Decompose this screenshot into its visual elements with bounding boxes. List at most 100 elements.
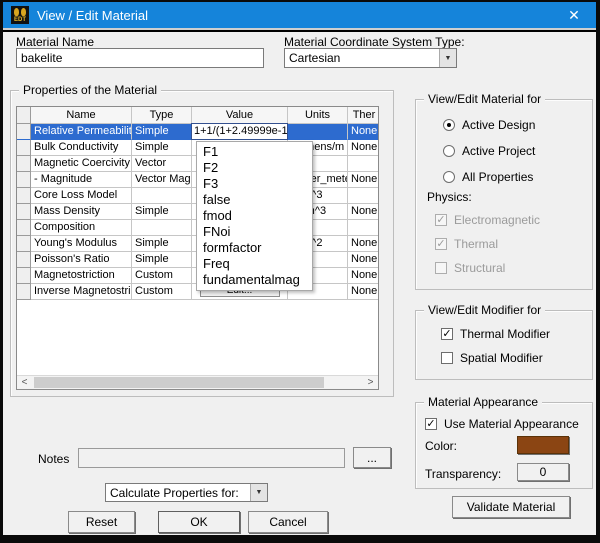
notes-input[interactable] — [78, 448, 345, 468]
physics-label: Physics: — [427, 190, 472, 204]
cell-thermal[interactable] — [348, 156, 378, 172]
notes-more-button[interactable]: ... — [353, 447, 391, 468]
value-edit-input[interactable]: 1+1/(1+2.49999e-13*F — [191, 123, 288, 140]
properties-group-title: Properties of the Material — [19, 83, 162, 97]
cell-type[interactable]: Vector Mag — [132, 172, 192, 188]
header-value: Value — [192, 107, 288, 124]
cell-thermal[interactable]: None — [348, 124, 378, 140]
scrollbar-track[interactable] — [32, 376, 363, 389]
header-thermal: Ther — [348, 107, 378, 124]
chevron-down-icon[interactable]: ▼ — [439, 49, 456, 67]
checkbox-icon: ✓ — [435, 214, 447, 226]
popup-item[interactable]: formfactor — [197, 240, 312, 256]
row-selector[interactable] — [17, 220, 31, 236]
cell-name[interactable]: Mass Density — [31, 204, 132, 220]
cell-type[interactable]: Simple — [132, 124, 192, 140]
radio-all-properties[interactable]: All Properties — [443, 170, 533, 184]
cell-type[interactable] — [132, 220, 192, 236]
cell-thermal[interactable]: None — [348, 204, 378, 220]
row-selector[interactable] — [17, 284, 31, 300]
checkbox-icon: ✓ — [425, 418, 437, 430]
row-selector[interactable] — [17, 140, 31, 156]
cell-name[interactable]: Bulk Conductivity — [31, 140, 132, 156]
cell-type[interactable]: Simple — [132, 140, 192, 156]
scroll-right-icon[interactable]: > — [363, 376, 378, 389]
cancel-button[interactable]: Cancel — [248, 511, 328, 533]
material-name-input[interactable]: bakelite — [16, 48, 264, 68]
calculate-properties-select[interactable]: Calculate Properties for: ▼ — [105, 483, 268, 502]
cell-type[interactable]: Custom — [132, 268, 192, 284]
checkbox-label: Spatial Modifier — [460, 351, 543, 365]
popup-item[interactable]: F2 — [197, 160, 312, 176]
cell-name[interactable]: Young's Modulus — [31, 236, 132, 252]
chevron-down-icon[interactable]: ▼ — [250, 484, 267, 501]
popup-item[interactable]: F3 — [197, 176, 312, 192]
row-selector[interactable] — [17, 236, 31, 252]
row-selector[interactable] — [17, 124, 31, 140]
cell-name[interactable]: Poisson's Ratio — [31, 252, 132, 268]
header-units: Units — [288, 107, 348, 124]
header-name: Name — [31, 107, 132, 124]
cell-name[interactable]: Magnetic Coercivity — [31, 156, 132, 172]
row-selector[interactable] — [17, 188, 31, 204]
cell-type[interactable]: Simple — [132, 204, 192, 220]
cell-units[interactable] — [288, 124, 348, 140]
checkbox-spatial-modifier[interactable]: Spatial Modifier — [441, 351, 543, 365]
cell-name[interactable]: Core Loss Model — [31, 188, 132, 204]
transparency-button[interactable]: 0 — [517, 463, 569, 481]
checkbox-structural: Structural — [435, 261, 505, 275]
popup-item[interactable]: FNoi — [197, 224, 312, 240]
color-swatch-button[interactable] — [517, 436, 569, 454]
row-selector[interactable] — [17, 252, 31, 268]
radio-active-design[interactable]: Active Design — [443, 118, 535, 132]
checkbox-label: Structural — [454, 261, 506, 275]
table-header-row: Name Type Value Units Ther — [17, 107, 378, 124]
color-label: Color: — [425, 439, 458, 453]
scroll-left-icon[interactable]: < — [17, 376, 32, 389]
scrollbar-thumb[interactable] — [34, 377, 324, 388]
cell-name[interactable]: - Magnitude — [31, 172, 132, 188]
checkbox-icon — [435, 262, 447, 274]
cell-name[interactable]: Magnetostriction — [31, 268, 132, 284]
popup-item[interactable]: fmod — [197, 208, 312, 224]
checkbox-thermal-modifier[interactable]: ✓ Thermal Modifier — [441, 327, 550, 341]
close-icon[interactable]: ✕ — [560, 7, 588, 24]
radio-icon — [443, 145, 455, 157]
cell-thermal[interactable]: None — [348, 284, 378, 300]
row-selector[interactable] — [17, 204, 31, 220]
popup-item[interactable]: F1 — [197, 144, 312, 160]
validate-material-button[interactable]: Validate Material — [452, 496, 570, 518]
window-title: View / Edit Material — [37, 7, 149, 23]
cell-type[interactable]: Simple — [132, 236, 192, 252]
cell-name[interactable]: Composition — [31, 220, 132, 236]
popup-item[interactable]: Freq — [197, 256, 312, 272]
cell-thermal[interactable]: None — [348, 236, 378, 252]
cell-thermal[interactable]: None — [348, 172, 378, 188]
cell-name[interactable]: Relative Permeability — [31, 124, 132, 140]
popup-item[interactable]: false — [197, 192, 312, 208]
cell-thermal[interactable] — [348, 220, 378, 236]
ok-button[interactable]: OK — [158, 511, 240, 533]
cell-name[interactable]: Inverse Magnetostriction — [31, 284, 132, 300]
cell-thermal[interactable]: None — [348, 140, 378, 156]
header-type: Type — [132, 107, 192, 124]
cell-type[interactable]: Vector — [132, 156, 192, 172]
notes-label: Notes — [38, 452, 70, 466]
checkbox-thermal: ✓ Thermal — [435, 237, 498, 251]
row-selector[interactable] — [17, 268, 31, 284]
cell-type[interactable]: Simple — [132, 252, 192, 268]
reset-button[interactable]: Reset — [68, 511, 135, 533]
checkbox-use-material-appearance[interactable]: ✓ Use Material Appearance — [425, 417, 579, 431]
cell-thermal[interactable]: None — [348, 268, 378, 284]
popup-item[interactable]: fundamentalmag — [197, 272, 312, 288]
radio-icon — [443, 171, 455, 183]
radio-active-project[interactable]: Active Project — [443, 144, 535, 158]
cell-thermal[interactable]: None — [348, 252, 378, 268]
row-selector[interactable] — [17, 156, 31, 172]
coord-system-select[interactable]: Cartesian ▼ — [284, 48, 457, 68]
cell-type[interactable] — [132, 188, 192, 204]
cell-type[interactable]: Custom — [132, 284, 192, 300]
cell-thermal[interactable] — [348, 188, 378, 204]
row-selector[interactable] — [17, 172, 31, 188]
horizontal-scrollbar[interactable]: < > — [17, 375, 378, 389]
